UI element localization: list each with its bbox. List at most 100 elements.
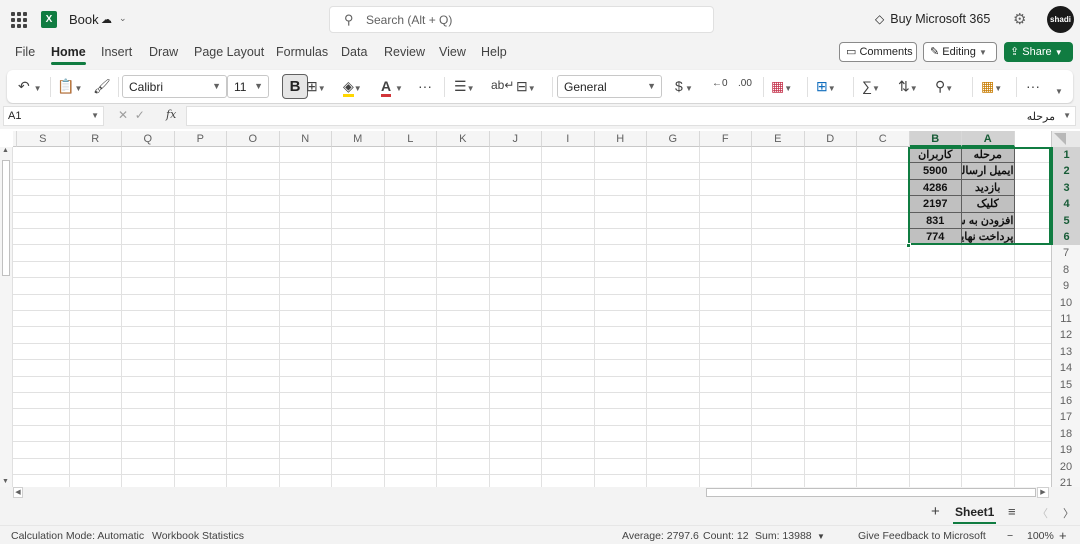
paste-clipboard-icon[interactable]: 📋▼ [57, 78, 82, 95]
number-format-dropdown[interactable]: General ▼ [557, 75, 662, 98]
tab-data[interactable]: Data [341, 45, 367, 59]
currency-icon[interactable]: $ ▼ [675, 78, 693, 94]
zoom-out-button[interactable]: − [1007, 530, 1013, 542]
row-header-5[interactable]: 5 [1051, 212, 1080, 229]
column-header-o[interactable]: O [227, 131, 280, 147]
tab-file[interactable]: File [15, 45, 35, 59]
avatar[interactable]: shadi [1047, 6, 1074, 33]
book-title[interactable]: Book [69, 12, 99, 27]
borders-icon[interactable]: ⊞▼ [306, 78, 326, 95]
comments-button[interactable]: ▭ Comments [839, 42, 917, 62]
tab-page-layout[interactable]: Page Layout [194, 45, 264, 59]
cell-a5[interactable]: افزودن به سبد خرید [962, 212, 1015, 229]
row-header-20[interactable]: 20 [1051, 458, 1080, 475]
autosum-icon[interactable]: ∑▼ [862, 78, 880, 94]
row-header-17[interactable]: 17 [1051, 409, 1080, 426]
column-header-n[interactable]: N [279, 131, 332, 147]
tab-draw[interactable]: Draw [149, 45, 178, 59]
cancel-confirm-icons[interactable]: ✕ ✓ [118, 108, 145, 122]
scroll-down-icon[interactable]: ▼ [2, 478, 9, 485]
add-ins-icon[interactable]: ▦▼ [981, 78, 1002, 95]
column-header-m[interactable]: M [332, 131, 385, 147]
cell-b1[interactable]: کاربران [909, 147, 962, 164]
increase-decimal-icon[interactable]: .00 [738, 78, 752, 89]
font-color-icon[interactable]: A ▼ [381, 78, 403, 97]
cell-b5[interactable]: 831 [909, 212, 962, 229]
tab-insert[interactable]: Insert [101, 45, 132, 59]
insert-cells-icon[interactable]: ⊞▼ [816, 78, 836, 95]
column-header-p[interactable]: P [174, 131, 227, 147]
scroll-right-icon[interactable]: ▶ [1037, 487, 1049, 498]
name-box[interactable]: A1 ▼ [3, 106, 104, 126]
wrap-text-icon[interactable]: ab↵ [491, 78, 514, 92]
sort-filter-icon[interactable]: ⇅▼ [898, 78, 918, 95]
font-name-dropdown[interactable]: Calibri ▼ [122, 75, 227, 98]
column-header-f[interactable]: F [699, 131, 752, 147]
chevron-down-icon[interactable]: ⌄ [119, 13, 127, 24]
row-header-15[interactable]: 15 [1051, 376, 1080, 393]
scroll-left-icon[interactable]: ◀ [13, 487, 23, 498]
column-header-a[interactable]: A [962, 131, 1015, 147]
find-icon[interactable]: ⚲▼ [935, 78, 953, 95]
decrease-decimal-icon[interactable]: ←0 [712, 78, 728, 89]
spreadsheet-grid[interactable]: ▲ ▼ S R Q P O N M L K J I H G F E D C B A 1 2 3 4 5 6 7 8 9 10 11 12 13… [0, 131, 1080, 487]
app-launcher-icon[interactable] [11, 12, 27, 28]
expand-ribbon-icon[interactable]: ▼ [1055, 81, 1063, 97]
row-header-13[interactable]: 13 [1051, 343, 1080, 361]
cell-b3[interactable]: 4286 [909, 179, 962, 197]
more-options-icon[interactable]: ··· [418, 78, 432, 94]
cell-a3[interactable]: بازدید [962, 179, 1015, 197]
row-header-12[interactable]: 12 [1051, 327, 1080, 344]
add-sheet-icon[interactable]: + [931, 503, 940, 520]
cell-b2[interactable]: 5900 [909, 163, 962, 180]
row-header-11[interactable]: 11 [1051, 311, 1080, 328]
row-header-2[interactable]: 2 [1051, 163, 1080, 180]
row-header-3[interactable]: 3 [1051, 179, 1080, 197]
bold-button[interactable]: B [282, 74, 308, 99]
sheet-list-icon[interactable]: ≡ [1008, 504, 1016, 519]
settings-gear-icon[interactable]: ⚙ [1013, 10, 1026, 28]
column-header-q[interactable]: Q [122, 131, 175, 147]
row-header-1[interactable]: 1 [1051, 147, 1080, 164]
next-sheet-icon[interactable]: 〉 [1063, 505, 1074, 521]
cell-b6[interactable]: 774 [909, 229, 962, 246]
cell-b4[interactable]: 2197 [909, 196, 962, 213]
cell-a2[interactable]: ایمیل ارسالی [962, 163, 1015, 180]
share-button[interactable]: ⇪ Share ▼ [1004, 42, 1073, 62]
column-header-j[interactable]: J [489, 131, 542, 147]
column-header-g[interactable]: G [647, 131, 700, 147]
workbook-statistics[interactable]: Workbook Statistics [152, 530, 244, 542]
insert-function-icon[interactable]: fx [166, 108, 176, 121]
cell-a6[interactable]: پرداخت نهایی [962, 229, 1015, 246]
conditional-formatting-icon[interactable]: ▦▼ [771, 78, 792, 95]
align-icon[interactable]: ☰▼ [454, 78, 474, 95]
formula-input[interactable]: مرحله ▼ [186, 106, 1076, 126]
calculation-mode[interactable]: Calculation Mode: Automatic [11, 530, 144, 542]
column-header-c[interactable]: C [857, 131, 910, 147]
column-header-l[interactable]: L [384, 131, 437, 147]
tab-review[interactable]: Review [384, 45, 425, 59]
row-header-10[interactable]: 10 [1051, 294, 1080, 311]
column-header-k[interactable]: K [437, 131, 490, 147]
tab-view[interactable]: View [439, 45, 466, 59]
row-header-14[interactable]: 14 [1051, 360, 1080, 377]
row-header-8[interactable]: 8 [1051, 261, 1080, 279]
row-header-16[interactable]: 16 [1051, 393, 1080, 410]
feedback-link[interactable]: Give Feedback to Microsoft [858, 530, 986, 542]
column-header-e[interactable]: E [752, 131, 805, 147]
more-commands-icon[interactable]: ··· [1026, 78, 1040, 94]
vertical-scrollbar[interactable]: ▲ ▼ [0, 147, 13, 487]
row-header-7[interactable]: 7 [1051, 245, 1080, 262]
row-header-18[interactable]: 18 [1051, 425, 1080, 443]
column-header-d[interactable]: D [804, 131, 857, 147]
scroll-thumb[interactable] [2, 160, 10, 276]
row-header-9[interactable]: 9 [1051, 278, 1080, 295]
zoom-in-button[interactable]: + [1059, 528, 1067, 543]
tab-help[interactable]: Help [481, 45, 507, 59]
zoom-level[interactable]: 100% [1027, 530, 1054, 542]
font-size-dropdown[interactable]: 11 ▼ [227, 75, 269, 98]
previous-sheet-icon[interactable]: 〈 [1037, 505, 1048, 521]
fill-color-icon[interactable]: ◈▼ [343, 78, 362, 97]
merge-cells-icon[interactable]: ⊟▼ [516, 78, 536, 95]
column-header-h[interactable]: H [594, 131, 647, 147]
